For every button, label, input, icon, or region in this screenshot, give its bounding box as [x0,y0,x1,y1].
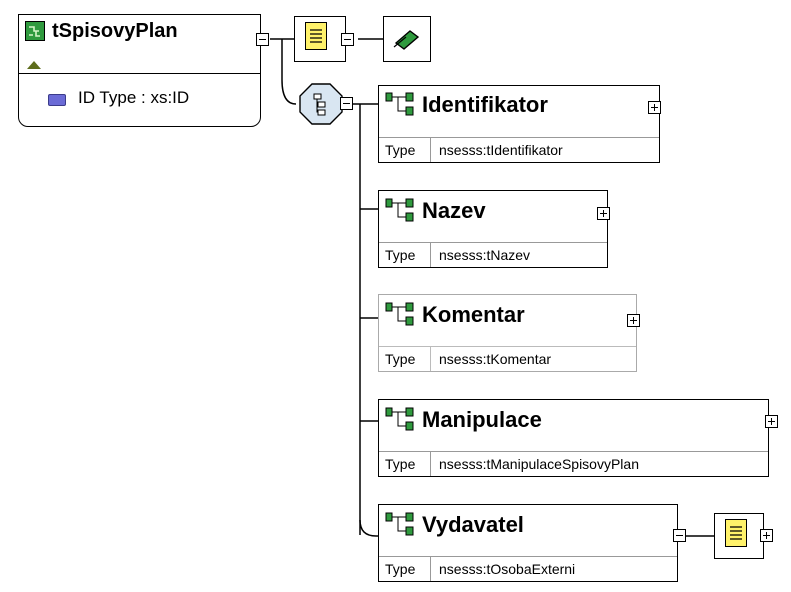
type-row: Type nsesss:tNazev [379,242,607,267]
annotation-collapse-toggle[interactable] [341,33,354,46]
element-name: Identifikator [422,92,548,117]
root-attribute: ID Type : xs:ID [78,88,190,107]
documentation-box[interactable] [383,16,431,62]
expand-toggle[interactable] [597,207,610,220]
type-row: Type nsesss:tOsobaExterni [379,556,677,581]
type-value: nsesss:tKomentar [439,351,552,367]
type-row: Type nsesss:tIdentifikator [379,137,659,162]
complex-type-icon [25,21,45,41]
type-label: Type [379,138,431,162]
element-icon [384,510,420,538]
element-icon [384,196,420,224]
type-value: nsesss:tManipulaceSpisovyPlan [439,456,639,472]
documentation-icon [393,30,420,50]
element-name: Komentar [422,302,525,327]
type-value: nsesss:tOsobaExterni [439,561,576,577]
type-label: Type [379,243,431,267]
expand-toggle[interactable] [648,101,661,114]
sequence-icon[interactable] [298,82,344,126]
type-row: Type nsesss:tKomentar [379,346,636,371]
annotation-icon [305,22,327,50]
expand-toggle[interactable] [760,529,773,542]
element-icon [384,90,420,118]
element-name: Nazev [422,198,486,223]
element-name: Manipulace [422,407,542,432]
annotation-icon [725,519,747,547]
type-label: Type [379,452,431,476]
root-collapse-toggle[interactable] [256,33,269,46]
element-name: Vydavatel [422,512,524,537]
expand-toggle[interactable] [765,415,778,428]
type-value: nsesss:tIdentifikator [439,142,563,158]
collapse-triangle-icon[interactable] [27,61,41,69]
element-icon [384,405,420,433]
sequence-collapse-toggle[interactable] [340,97,353,110]
element-icon [384,300,420,328]
type-value: nsesss:tNazev [439,247,531,263]
type-row: Type nsesss:tManipulaceSpisovyPlan [379,451,768,476]
attribute-icon [48,94,66,106]
type-label: Type [379,347,431,371]
expand-toggle[interactable] [627,314,640,327]
type-label: Type [379,557,431,581]
collapse-toggle[interactable] [673,529,686,542]
diagram-canvas: tSpisovyPlan ID Type : xs:ID Identifikat… [0,0,791,592]
root-type-name: tSpisovyPlan [52,20,178,42]
